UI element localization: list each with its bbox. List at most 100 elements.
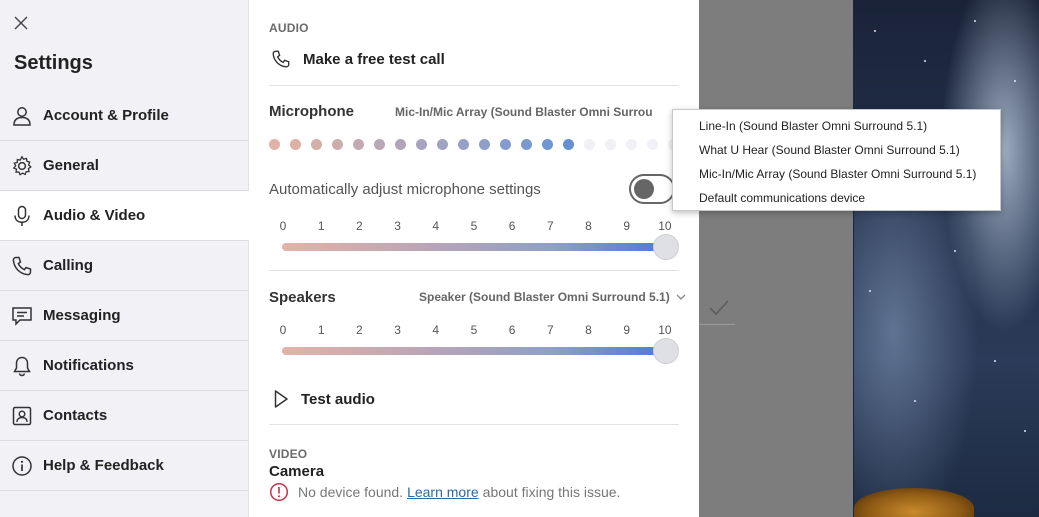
speaker-volume-scale: 0 1 2 3 4 5 6 7 8 9 10 — [276, 323, 672, 337]
sidebar-item-contacts[interactable]: Contacts — [0, 391, 249, 441]
scale-tick: 3 — [394, 323, 401, 337]
scale-tick: 3 — [394, 219, 401, 233]
scale-tick: 2 — [356, 323, 363, 337]
sidebar-item-calling[interactable]: Calling — [0, 241, 249, 291]
background-divider — [699, 324, 735, 325]
dropdown-option[interactable]: What U Hear (Sound Blaster Omni Surround… — [673, 138, 1000, 162]
checkmark-icon — [709, 300, 729, 316]
sidebar-item-notifications[interactable]: Notifications — [0, 341, 249, 391]
microphone-volume-scale: 0 1 2 3 4 5 6 7 8 9 10 — [276, 219, 672, 233]
level-dot-lit — [395, 139, 406, 150]
settings-title: Settings — [14, 52, 93, 74]
dropdown-option[interactable]: Mic-In/Mic Array (Sound Blaster Omni Sur… — [673, 162, 1000, 186]
scale-tick: 5 — [470, 219, 478, 233]
microphone-device-select[interactable]: Mic-In/Mic Array (Sound Blaster Omni Sur… — [395, 105, 653, 119]
speaker-volume-slider[interactable] — [282, 347, 666, 355]
warning-icon — [269, 482, 289, 502]
scale-tick: 0 — [279, 219, 287, 233]
scale-tick: 0 — [279, 323, 287, 337]
scale-tick: 1 — [317, 219, 325, 233]
background-overlay — [699, 0, 853, 517]
level-dot-lit — [290, 139, 301, 150]
dropdown-option[interactable]: Default communications device — [673, 186, 1000, 210]
sidebar-item-label: Messaging — [43, 307, 121, 324]
microphone-device-dropdown: Line-In (Sound Blaster Omni Surround 5.1… — [672, 109, 1001, 211]
settings-sidebar: Settings Account & Profile General Audio… — [0, 0, 249, 517]
sidebar-item-audio-video[interactable]: Audio & Video — [0, 191, 249, 241]
microphone-device-value: Mic-In/Mic Array (Sound Blaster Omni Sur… — [395, 105, 653, 119]
sidebar-item-label: Notifications — [43, 357, 134, 374]
camera-warning: No device found. Learn more about fixing… — [269, 482, 620, 502]
auto-adjust-toggle[interactable] — [629, 174, 675, 204]
microphone-level-meter — [269, 139, 689, 150]
sidebar-item-label: Audio & Video — [43, 207, 146, 224]
speakers-label: Speakers — [269, 289, 336, 306]
scale-tick: 5 — [470, 323, 478, 337]
test-audio-button[interactable]: Test audio — [273, 389, 375, 409]
gear-icon — [10, 154, 34, 178]
warning-suffix: about fixing this issue. — [482, 484, 621, 500]
auto-adjust-label: Automatically adjust microphone settings — [269, 181, 541, 198]
scale-tick: 7 — [546, 219, 554, 233]
close-button[interactable] — [8, 10, 34, 36]
audio-video-panel: AUDIO Make a free test call Microphone M… — [249, 0, 699, 517]
sidebar-item-label: General — [43, 157, 99, 174]
level-dot-lit — [563, 139, 574, 150]
scale-tick: 4 — [432, 323, 440, 337]
test-call-button[interactable]: Make a free test call — [271, 49, 445, 69]
scale-tick: 6 — [508, 219, 516, 233]
level-dot-unlit — [647, 139, 658, 150]
level-dot-lit — [311, 139, 322, 150]
divider — [269, 85, 679, 86]
microphone-volume-slider[interactable] — [282, 243, 666, 251]
sidebar-item-messaging[interactable]: Messaging — [0, 291, 249, 341]
wallpaper-image — [853, 0, 1039, 517]
speaker-volume-thumb[interactable] — [653, 338, 679, 364]
scale-tick: 4 — [432, 219, 440, 233]
sidebar-item-label: Help & Feedback — [43, 457, 164, 474]
sidebar-item-account-profile[interactable]: Account & Profile — [0, 91, 249, 141]
level-dot-unlit — [626, 139, 637, 150]
tree-silhouette — [854, 488, 974, 517]
level-dot-unlit — [584, 139, 595, 150]
speaker-device-value: Speaker (Sound Blaster Omni Surround 5.1… — [419, 290, 670, 304]
play-icon — [274, 390, 288, 408]
video-section-label: VIDEO — [269, 447, 308, 461]
microphone-label: Microphone — [269, 103, 354, 120]
close-icon — [14, 16, 28, 30]
scale-tick: 8 — [585, 323, 592, 337]
microphone-volume-thumb[interactable] — [653, 234, 679, 260]
sidebar-item-label: Account & Profile — [43, 107, 169, 124]
level-dot-lit — [521, 139, 532, 150]
dropdown-option[interactable]: Line-In (Sound Blaster Omni Surround 5.1… — [673, 114, 1000, 138]
sidebar-item-label: Contacts — [43, 407, 108, 424]
divider — [269, 424, 679, 425]
scale-tick: 9 — [623, 323, 631, 337]
level-dot-lit — [374, 139, 385, 150]
chevron-down-icon — [676, 294, 686, 300]
level-dot-lit — [479, 139, 490, 150]
scale-tick: 10 — [658, 323, 672, 337]
sidebar-item-help-feedback[interactable]: Help & Feedback — [0, 441, 249, 491]
info-icon — [10, 454, 34, 478]
level-dot-lit — [458, 139, 469, 150]
phone-icon — [272, 50, 290, 68]
scale-tick: 9 — [623, 219, 631, 233]
speaker-device-select[interactable]: Speaker (Sound Blaster Omni Surround 5.1… — [419, 290, 687, 304]
sidebar-item-general[interactable]: General — [0, 141, 249, 191]
level-dot-lit — [353, 139, 364, 150]
scale-tick: 6 — [508, 323, 516, 337]
level-dot-lit — [416, 139, 427, 150]
camera-label: Camera — [269, 463, 325, 480]
level-dot-lit — [500, 139, 511, 150]
warning-text: No device found. — [298, 484, 404, 500]
bell-icon — [10, 354, 34, 378]
scale-tick: 1 — [317, 323, 325, 337]
chat-icon — [10, 304, 34, 328]
microphone-icon — [10, 204, 34, 228]
level-dot-lit — [332, 139, 343, 150]
level-dot-lit — [542, 139, 553, 150]
person-icon — [10, 104, 34, 128]
phone-icon — [10, 254, 34, 278]
learn-more-link[interactable]: Learn more — [407, 484, 479, 500]
